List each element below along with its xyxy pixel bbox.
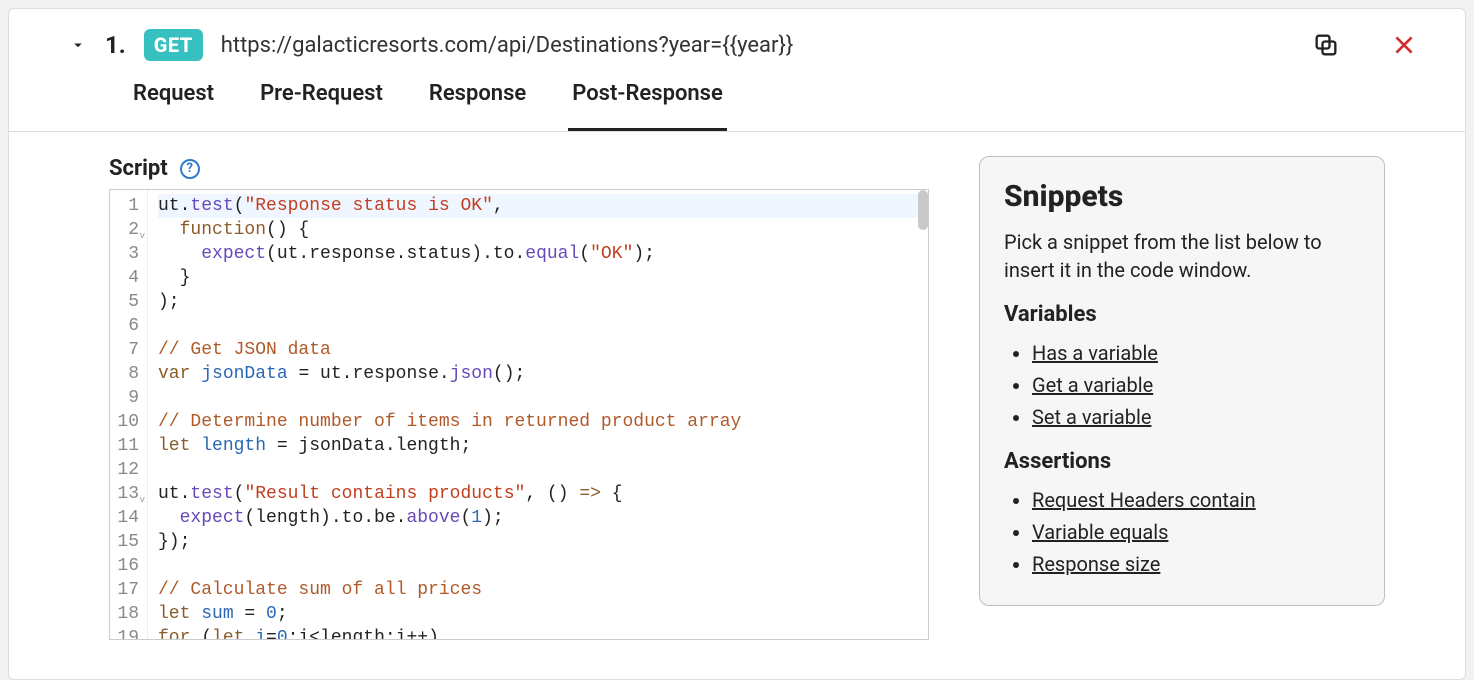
line-number-gutter: 12v345678910111213v141516171819 [110,190,148,639]
request-url[interactable]: https://galacticresorts.com/api/Destinat… [221,33,794,58]
content-area: Script ? 12v345678910111213v141516171819… [9,132,1465,640]
collapse-chevron-icon[interactable] [69,36,87,54]
line-number: 8 [114,362,139,386]
code-editor[interactable]: 12v345678910111213v141516171819 ut.test(… [109,189,929,640]
line-number: 13v [114,482,139,506]
step-number: 1. [105,31,126,59]
code-line[interactable]: let sum = 0; [158,602,928,626]
snippet-list: Has a variable Get a variable Set a variab… [1004,337,1360,433]
line-number: 19 [114,626,139,640]
copy-icon [1312,31,1340,59]
snippet-item: Set a variable [1032,401,1360,433]
line-number: 1 [114,194,139,218]
code-line[interactable]: expect(length).to.be.above(1); [158,506,928,530]
help-icon[interactable]: ? [180,159,200,179]
tab-pre-request[interactable]: Pre-Request [256,81,387,131]
code-line[interactable]: var jsonData = ut.response.json(); [158,362,928,386]
line-number: 12 [114,458,139,482]
code-line[interactable]: let length = jsonData.length; [158,434,928,458]
line-number: 18 [114,602,139,626]
tabs-bar: Request Pre-Request Response Post-Respon… [9,75,1465,132]
code-line[interactable] [158,458,928,482]
line-number: 9 [114,386,139,410]
line-number: 15 [114,530,139,554]
snippet-list: Request Headers contain Variable equals Re… [1004,484,1360,580]
line-number: 7 [114,338,139,362]
code-line[interactable]: } [158,266,928,290]
request-card: 1. GET https://galacticresorts.com/api/D… [8,8,1466,680]
snippet-item: Get a variable [1032,369,1360,401]
snippet-link[interactable]: Has a variable [1032,341,1158,365]
code-line[interactable]: function() { [158,218,928,242]
duplicate-button[interactable] [1311,30,1341,60]
line-number: 16 [114,554,139,578]
snippet-link[interactable]: Get a variable [1032,373,1153,397]
snippet-group-title: Variables [1004,302,1360,327]
snippets-panel-wrap: Snippets Pick a snippet from the list be… [979,156,1385,640]
fold-icon[interactable]: v [140,224,145,248]
card-header: 1. GET https://galacticresorts.com/api/D… [9,9,1465,75]
snippet-item: Variable equals [1032,516,1360,548]
http-method-badge: GET [144,29,203,61]
snippet-link[interactable]: Variable equals [1032,520,1168,544]
snippet-group-title: Assertions [1004,449,1360,474]
snippets-panel: Snippets Pick a snippet from the list be… [979,156,1385,606]
snippet-link[interactable]: Response size [1032,552,1160,576]
snippet-link[interactable]: Request Headers contain [1032,488,1256,512]
code-line[interactable]: ut.test("Result contains products", () =… [158,482,928,506]
line-number: 3 [114,242,139,266]
code-line[interactable] [158,386,928,410]
line-number: 4 [114,266,139,290]
snippet-item: Has a variable [1032,337,1360,369]
fold-icon[interactable]: v [140,488,145,512]
code-line[interactable] [158,554,928,578]
code-line[interactable]: // Determine number of items in returned… [158,410,928,434]
line-number: 10 [114,410,139,434]
tab-post-response[interactable]: Post-Response [568,81,727,131]
editor-scrollbar[interactable] [918,190,928,230]
script-panel: Script ? 12v345678910111213v141516171819… [109,156,929,640]
code-line[interactable]: for (let i=0;i<length;i++) [158,626,928,640]
code-line[interactable]: // Calculate sum of all prices [158,578,928,602]
code-line[interactable]: // Get JSON data [158,338,928,362]
code-line[interactable]: ut.test("Response status is OK", [158,194,928,218]
line-number: 2v [114,218,139,242]
delete-button[interactable] [1389,30,1419,60]
close-icon [1391,32,1417,58]
snippets-description: Pick a snippet from the list below to in… [1004,228,1360,284]
code-area[interactable]: ut.test("Response status is OK", functio… [148,190,928,639]
tab-response[interactable]: Response [425,81,530,131]
script-section-title: Script [109,156,168,181]
line-number: 17 [114,578,139,602]
snippet-item: Response size [1032,548,1360,580]
code-line[interactable]: ); [158,290,928,314]
code-line[interactable] [158,314,928,338]
snippet-link[interactable]: Set a variable [1032,405,1151,429]
code-line[interactable]: }); [158,530,928,554]
snippet-item: Request Headers contain [1032,484,1360,516]
tab-request[interactable]: Request [129,81,218,131]
line-number: 6 [114,314,139,338]
line-number: 5 [114,290,139,314]
line-number: 11 [114,434,139,458]
snippets-title: Snippets [1004,179,1360,214]
line-number: 14 [114,506,139,530]
code-line[interactable]: expect(ut.response.status).to.equal("OK"… [158,242,928,266]
